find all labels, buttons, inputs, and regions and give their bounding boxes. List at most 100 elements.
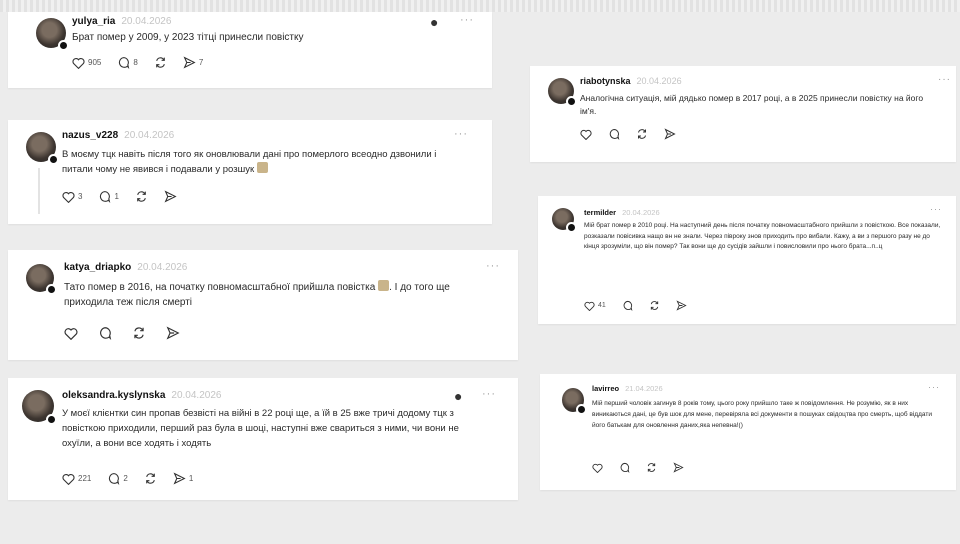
username[interactable]: termilder: [584, 208, 616, 217]
follow-badge-icon[interactable]: [566, 96, 577, 107]
post-text-content: В моєму тцк навіть після того як оновлюв…: [62, 149, 437, 175]
post-date: 20.04.2026: [121, 16, 172, 27]
share-button[interactable]: [673, 462, 684, 473]
repost-icon: [638, 129, 646, 139]
avatar[interactable]: [552, 208, 577, 233]
share-icon: [673, 462, 684, 473]
comment-count: 8: [133, 58, 138, 67]
heart-icon: [592, 463, 603, 473]
comment-button[interactable]: 8: [117, 56, 138, 69]
reaction-icon[interactable]: ●: [430, 14, 438, 30]
emoji-icon: [256, 162, 268, 173]
avatar[interactable]: [562, 388, 587, 415]
like-button[interactable]: [580, 129, 592, 140]
avatar[interactable]: [26, 264, 57, 295]
share-button[interactable]: [166, 326, 180, 340]
heart-icon: [64, 327, 78, 340]
like-button[interactable]: [592, 463, 603, 473]
like-button[interactable]: 905: [72, 57, 101, 69]
post-card-termilder: termilder 20.04.2026 ··· Мій брат помер в…: [538, 196, 956, 324]
post-header: termilder 20.04.2026: [584, 208, 660, 217]
more-options-icon[interactable]: ···: [938, 74, 951, 85]
post-card-katya-driapko: katya_driapko 20.04.2026 ··· Тато помер в…: [8, 250, 518, 360]
like-count: 221: [78, 474, 92, 483]
share-button[interactable]: [664, 128, 676, 140]
username[interactable]: yulya_ria: [72, 16, 115, 27]
avatar[interactable]: [26, 132, 59, 165]
post-text: В моєму тцк навіть після того як оновлюв…: [62, 148, 462, 177]
post-card-nazus-v228: nazus_v228 20.04.2026 ··· В моєму тцк нав…: [8, 120, 492, 224]
comment-button[interactable]: [98, 326, 112, 340]
repost-button[interactable]: [132, 326, 146, 340]
like-button[interactable]: 221: [62, 473, 91, 485]
follow-badge-icon[interactable]: [46, 284, 57, 295]
repost-button[interactable]: [636, 128, 648, 140]
share-button[interactable]: 7: [183, 56, 203, 69]
more-options-icon[interactable]: ···: [928, 382, 940, 392]
repost-icon: [155, 57, 165, 68]
post-actions: [64, 326, 196, 340]
post-text: Тато помер в 2016, на початку повномасшт…: [64, 280, 494, 310]
repost-icon: [650, 301, 658, 310]
repost-button[interactable]: [649, 300, 660, 311]
share-count: 1: [188, 474, 194, 483]
share-icon: [166, 326, 180, 340]
username[interactable]: katya_driapko: [64, 262, 131, 273]
comment-icon: [100, 327, 112, 340]
comment-icon: [620, 462, 630, 473]
post-date: 20.04.2026: [124, 130, 175, 141]
more-options-icon[interactable]: ···: [460, 14, 474, 26]
username[interactable]: nazus_v228: [62, 130, 118, 141]
repost-button[interactable]: [646, 462, 657, 473]
post-header: yulya_ria 20.04.2026: [72, 16, 171, 27]
comment-button[interactable]: 2: [107, 472, 128, 485]
follow-badge-icon[interactable]: [46, 414, 57, 425]
more-options-icon[interactable]: ···: [454, 128, 468, 140]
heart-icon: [62, 191, 75, 203]
share-icon: [173, 472, 186, 485]
follow-badge-icon[interactable]: [566, 222, 577, 233]
heart-icon: [62, 473, 75, 485]
like-count: 41: [598, 302, 606, 309]
username[interactable]: riabotynska: [580, 76, 631, 86]
repost-button[interactable]: [154, 56, 167, 69]
repost-icon: [647, 463, 656, 472]
username[interactable]: oleksandra.kyslynska: [62, 390, 165, 401]
like-button[interactable]: [64, 327, 78, 340]
comment-button[interactable]: [608, 128, 620, 140]
share-icon: [164, 190, 177, 203]
avatar[interactable]: [548, 78, 577, 107]
repost-button[interactable]: [135, 190, 148, 203]
post-text: Мій перший чоловік загинув 8 років тому,…: [592, 400, 932, 429]
avatar[interactable]: [22, 390, 57, 425]
more-options-icon[interactable]: ···: [482, 388, 496, 400]
share-icon: [183, 56, 196, 69]
post-date: 20.04.2026: [137, 262, 188, 273]
comment-button[interactable]: 1: [98, 190, 119, 203]
more-options-icon[interactable]: ···: [486, 260, 500, 272]
post-header: oleksandra.kyslynska 20.04.2026: [62, 390, 221, 401]
share-button[interactable]: [676, 300, 687, 311]
like-button[interactable]: 41: [584, 301, 606, 311]
post-date: 21.04.2026: [625, 384, 663, 393]
comment-button[interactable]: [619, 462, 630, 473]
comment-button[interactable]: [622, 300, 633, 311]
post-actions: 41: [584, 300, 703, 311]
repost-icon: [145, 473, 155, 484]
post-actions: [592, 462, 700, 473]
more-options-icon[interactable]: ···: [930, 204, 942, 214]
thread-line: [38, 168, 40, 214]
repost-icon: [137, 191, 146, 202]
follow-badge-icon[interactable]: [48, 154, 59, 165]
repost-button[interactable]: [144, 472, 157, 485]
share-button[interactable]: [164, 190, 177, 203]
like-count: 905: [88, 58, 102, 67]
follow-badge-icon[interactable]: [58, 40, 69, 51]
post-header: katya_driapko 20.04.2026: [64, 262, 187, 273]
avatar[interactable]: [36, 18, 69, 51]
username[interactable]: lavirreo: [592, 384, 619, 393]
reaction-icon[interactable]: ●: [454, 388, 462, 404]
like-button[interactable]: 3: [62, 191, 82, 203]
follow-badge-icon[interactable]: [576, 404, 587, 415]
share-button[interactable]: 1: [173, 472, 193, 485]
